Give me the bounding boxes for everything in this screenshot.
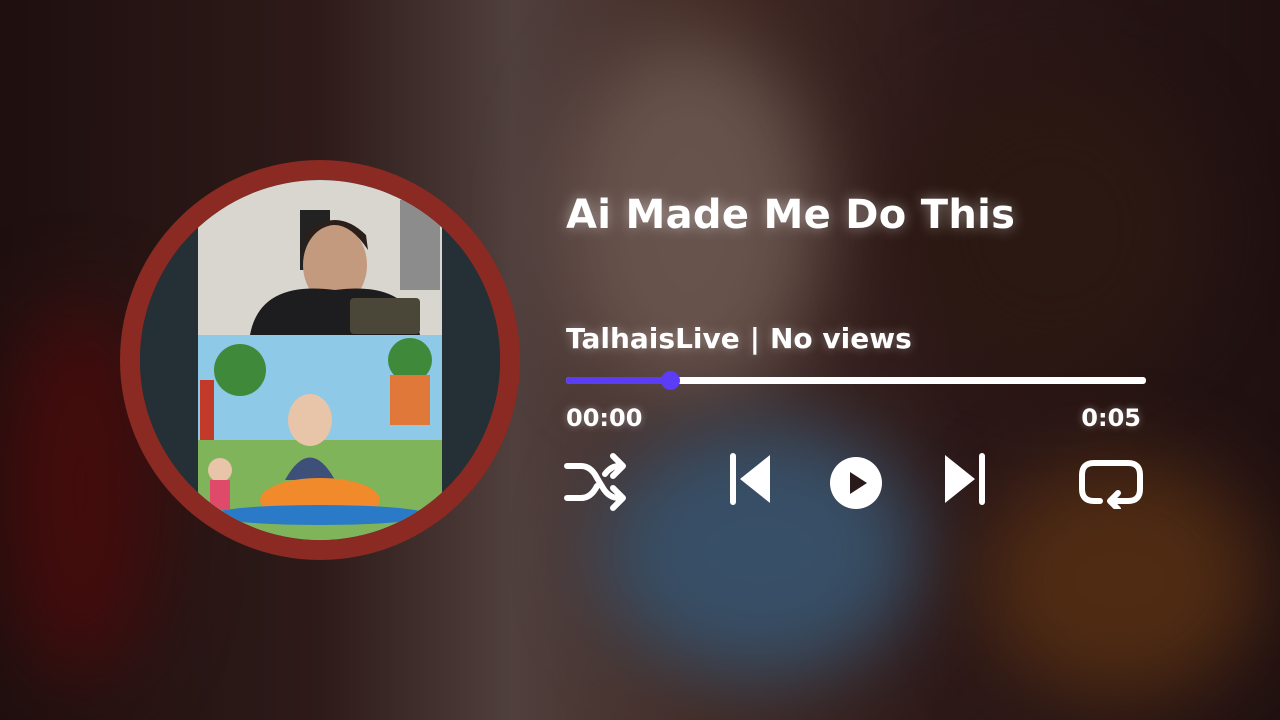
next-button[interactable]: [943, 451, 987, 507]
repeat-button[interactable]: [1078, 455, 1144, 509]
channel-name[interactable]: TalhaisLive: [566, 322, 740, 355]
meta-separator: |: [749, 322, 760, 355]
shuffle-button[interactable]: [563, 450, 631, 512]
cover-thumbnail: [140, 180, 500, 540]
duration-time: 0:05: [1081, 404, 1141, 432]
progress-bar[interactable]: [566, 371, 1146, 390]
progress-fill: [566, 377, 671, 384]
track-meta: TalhaisLive | No views: [566, 322, 912, 355]
thumbnail-image: [140, 180, 500, 540]
skip-next-icon: [945, 453, 985, 505]
album-cover: [120, 160, 520, 560]
previous-button[interactable]: [728, 451, 772, 507]
skip-previous-icon: [730, 453, 770, 505]
shuffle-icon: [564, 453, 626, 511]
repeat-icon: [1079, 460, 1143, 509]
play-icon: [830, 457, 882, 509]
play-button[interactable]: [829, 456, 883, 510]
track-title: Ai Made Me Do This: [566, 192, 1016, 238]
view-count: No views: [770, 322, 912, 355]
current-time: 00:00: [566, 404, 643, 432]
